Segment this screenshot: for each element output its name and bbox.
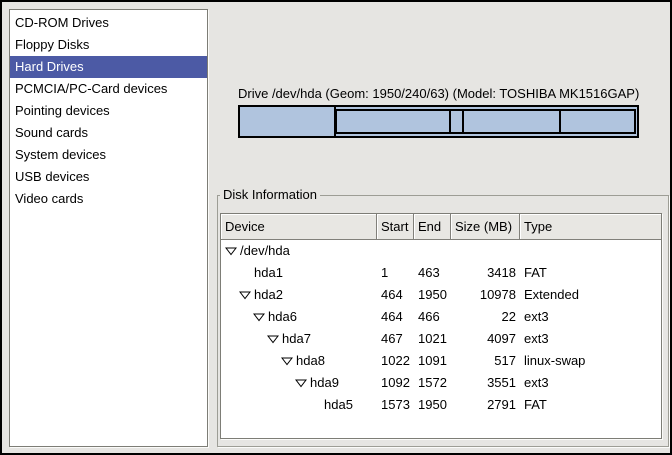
table-row-hda6[interactable]: hda6 46446622ext3 bbox=[221, 306, 661, 328]
cell-device: hda6 bbox=[221, 306, 377, 328]
sidebar-item-pointing-devices[interactable]: Pointing devices bbox=[10, 100, 207, 122]
tree-expander-icon[interactable] bbox=[253, 306, 268, 328]
cell-size: 517 bbox=[451, 350, 520, 372]
table-row-hda1[interactable]: hda1 14633418FAT bbox=[221, 262, 661, 284]
cell-size bbox=[451, 240, 520, 262]
tree-expander-icon[interactable] bbox=[295, 372, 310, 394]
cell-type: ext3 bbox=[520, 372, 661, 394]
device-name: hda6 bbox=[268, 306, 297, 328]
cell-type: FAT bbox=[520, 394, 661, 416]
sidebar-item-hard-drives[interactable]: Hard Drives bbox=[10, 56, 207, 78]
cell-end: 1572 bbox=[414, 372, 451, 394]
sidebar-item-cd-rom-drives[interactable]: CD-ROM Drives bbox=[10, 12, 207, 34]
cell-start: 1092 bbox=[377, 372, 414, 394]
cell-size: 2791 bbox=[451, 394, 520, 416]
sidebar-item-video-cards[interactable]: Video cards bbox=[10, 188, 207, 210]
hardware-browser-window: CD-ROM DrivesFloppy DisksHard DrivesPCMC… bbox=[0, 0, 672, 455]
cell-end: 1950 bbox=[414, 394, 451, 416]
disk-information-title: Disk Information bbox=[220, 187, 320, 203]
logical-partition-divider bbox=[449, 111, 451, 132]
table-row-hda8[interactable]: hda8 10221091517linux-swap bbox=[221, 350, 661, 372]
cell-end: 463 bbox=[414, 262, 451, 284]
drive-description-label: Drive /dev/hda (Geom: 1950/240/63) (Mode… bbox=[238, 86, 639, 101]
sidebar-item-floppy-disks[interactable]: Floppy Disks bbox=[10, 34, 207, 56]
table-row-dev-hda[interactable]: /dev/hda bbox=[221, 240, 661, 262]
cell-start: 1573 bbox=[377, 394, 414, 416]
table-row-hda2[interactable]: hda2 464195010978Extended bbox=[221, 284, 661, 306]
table-body: /dev/hdahda114633418FAThda2464195010978E… bbox=[221, 240, 661, 416]
cell-device: hda8 bbox=[221, 350, 377, 372]
cell-end: 1021 bbox=[414, 328, 451, 350]
cell-end: 1091 bbox=[414, 350, 451, 372]
device-name: hda8 bbox=[296, 350, 325, 372]
column-header-start[interactable]: Start bbox=[377, 214, 414, 240]
tree-expander-icon[interactable] bbox=[267, 328, 282, 350]
cell-start bbox=[377, 240, 414, 262]
sidebar-item-pcmcia-pc-card-devices[interactable]: PCMCIA/PC-Card devices bbox=[10, 78, 207, 100]
tree-expander-icon[interactable] bbox=[225, 240, 240, 262]
partition-layout-bar bbox=[238, 105, 639, 138]
cell-type: ext3 bbox=[520, 306, 661, 328]
cell-start: 1 bbox=[377, 262, 414, 284]
device-name: /dev/hda bbox=[240, 240, 290, 262]
cell-size: 4097 bbox=[451, 328, 520, 350]
cell-type: ext3 bbox=[520, 328, 661, 350]
table-header-row: DeviceStartEndSize (MB)Type bbox=[221, 214, 661, 240]
table-row-hda9[interactable]: hda9 109215723551ext3 bbox=[221, 372, 661, 394]
cell-device: hda5 bbox=[221, 394, 377, 416]
cell-type: Extended bbox=[520, 284, 661, 306]
sidebar-item-usb-devices[interactable]: USB devices bbox=[10, 166, 207, 188]
table-row-hda7[interactable]: hda7 46710214097ext3 bbox=[221, 328, 661, 350]
sidebar-item-sound-cards[interactable]: Sound cards bbox=[10, 122, 207, 144]
tree-expander-icon[interactable] bbox=[239, 284, 254, 306]
cell-type: FAT bbox=[520, 262, 661, 284]
cell-start: 464 bbox=[377, 284, 414, 306]
column-header-size-mb[interactable]: Size (MB) bbox=[451, 214, 520, 240]
cell-size: 3551 bbox=[451, 372, 520, 394]
cell-start: 1022 bbox=[377, 350, 414, 372]
cell-end: 1950 bbox=[414, 284, 451, 306]
disk-information-table: DeviceStartEndSize (MB)Type /dev/hdahda1… bbox=[220, 213, 662, 439]
extended-partition-box bbox=[335, 109, 636, 134]
cell-size: 3418 bbox=[451, 262, 520, 284]
cell-type bbox=[520, 240, 661, 262]
expander-spacer bbox=[239, 262, 254, 284]
cell-start: 464 bbox=[377, 306, 414, 328]
cell-device: hda1 bbox=[221, 262, 377, 284]
tree-expander-icon[interactable] bbox=[281, 350, 296, 372]
cell-end: 466 bbox=[414, 306, 451, 328]
cell-size: 22 bbox=[451, 306, 520, 328]
device-name: hda2 bbox=[254, 284, 283, 306]
logical-partition-divider bbox=[462, 111, 464, 132]
device-category-list: CD-ROM DrivesFloppy DisksHard DrivesPCMC… bbox=[9, 9, 208, 447]
device-name: hda9 bbox=[310, 372, 339, 394]
device-name: hda1 bbox=[254, 262, 283, 284]
device-name: hda7 bbox=[282, 328, 311, 350]
cell-device: /dev/hda bbox=[221, 240, 377, 262]
device-name: hda5 bbox=[324, 394, 353, 416]
column-header-end[interactable]: End bbox=[414, 214, 451, 240]
expander-spacer bbox=[309, 394, 324, 416]
logical-partition-divider bbox=[559, 111, 561, 132]
cell-device: hda7 bbox=[221, 328, 377, 350]
column-header-type[interactable]: Type bbox=[520, 214, 661, 240]
column-header-device[interactable]: Device bbox=[221, 214, 377, 240]
cell-start: 467 bbox=[377, 328, 414, 350]
table-row-hda5[interactable]: hda5 157319502791FAT bbox=[221, 394, 661, 416]
cell-device: hda9 bbox=[221, 372, 377, 394]
cell-size: 10978 bbox=[451, 284, 520, 306]
cell-type: linux-swap bbox=[520, 350, 661, 372]
cell-device: hda2 bbox=[221, 284, 377, 306]
cell-end bbox=[414, 240, 451, 262]
sidebar-item-system-devices[interactable]: System devices bbox=[10, 144, 207, 166]
